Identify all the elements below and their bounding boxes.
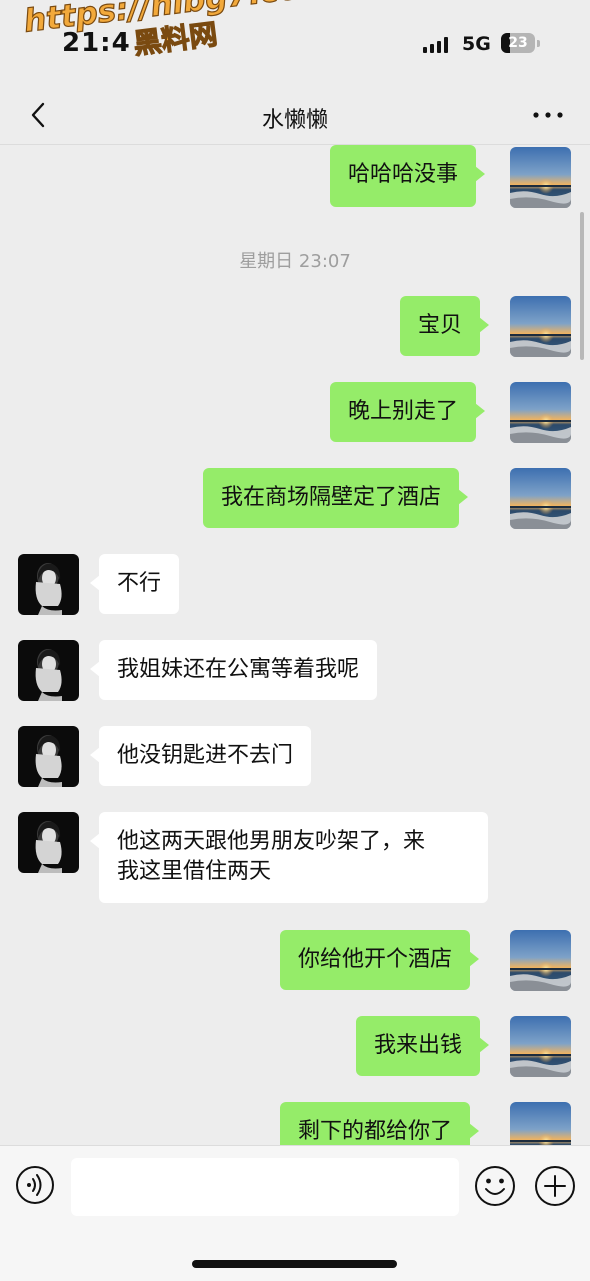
input-bar — [0, 1145, 590, 1281]
my-avatar[interactable] — [510, 1016, 571, 1077]
message-bubble-sent[interactable]: 我在商场隔壁定了酒店 — [203, 468, 469, 528]
chat-header: 水懒懒 — [0, 88, 590, 145]
message-bubble-sent[interactable]: 剩下的都给你了 — [280, 1102, 480, 1145]
network-type: 5G — [462, 33, 491, 55]
message-bubble-received[interactable]: 他这两天跟他男朋友吵架了，来 我这里借住两天 — [90, 812, 488, 903]
message-bubble-received[interactable]: 不行 — [89, 554, 180, 614]
home-indicator[interactable] — [192, 1260, 397, 1268]
message-bubble-sent[interactable]: 我来出钱 — [356, 1016, 490, 1076]
chevron-left-icon[interactable] — [22, 97, 58, 133]
more-dots-icon[interactable] — [528, 103, 568, 127]
cellular-signal-icon — [423, 37, 449, 53]
message-timestamp: 星期日 23:07 — [239, 251, 351, 272]
message-bubble-received[interactable]: 我姐妹还在公寓等着我呢 — [89, 640, 378, 700]
message-bubble-sent[interactable]: 宝贝 — [400, 296, 490, 356]
message-bubble-sent[interactable]: 哈哈哈没事 — [330, 145, 486, 207]
my-avatar[interactable] — [510, 468, 571, 529]
message-bubble-received[interactable]: 他没钥匙进不去门 — [89, 726, 312, 786]
my-avatar[interactable] — [510, 147, 571, 208]
chat-title: 水懒懒 — [261, 108, 328, 133]
voice-icon[interactable] — [15, 1165, 55, 1205]
battery-icon: 23 — [501, 33, 535, 53]
contact-avatar[interactable] — [18, 640, 79, 701]
my-avatar[interactable] — [510, 930, 571, 991]
message-list[interactable]: 哈哈哈没事 星期日 23:07 宝贝 晚上别走了 我在商场隔壁定了酒店 不行 我… — [0, 145, 590, 1145]
my-avatar[interactable] — [510, 1102, 571, 1145]
my-avatar[interactable] — [510, 382, 571, 443]
my-avatar[interactable] — [510, 296, 571, 357]
contact-avatar[interactable] — [18, 726, 79, 787]
battery-level: 23 — [508, 35, 528, 51]
message-bubble-sent[interactable]: 晚上别走了 — [330, 382, 486, 442]
scrollbar[interactable] — [580, 212, 584, 360]
contact-avatar[interactable] — [18, 812, 79, 873]
message-bubble-sent[interactable]: 你给他开个酒店 — [280, 930, 480, 990]
plus-icon[interactable] — [534, 1165, 576, 1207]
message-input[interactable] — [71, 1158, 459, 1216]
emoji-icon[interactable] — [474, 1165, 516, 1207]
contact-avatar[interactable] — [18, 554, 79, 615]
